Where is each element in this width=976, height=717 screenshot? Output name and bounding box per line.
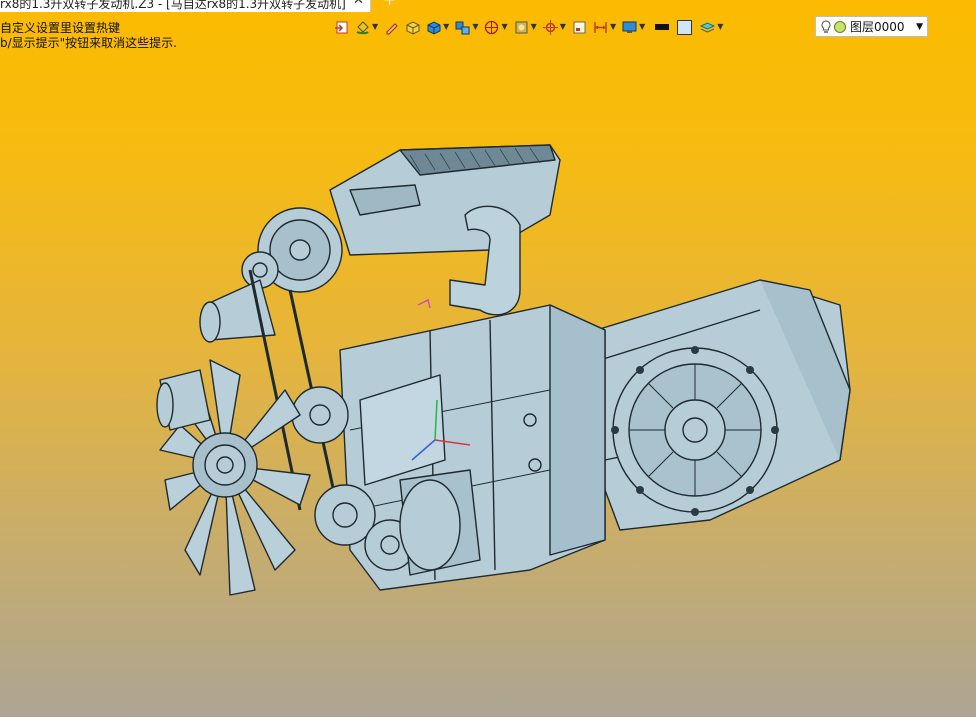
import-button[interactable] (334, 17, 349, 37)
stacked-cubes-icon (455, 20, 470, 35)
blue-cube-button[interactable]: ▼ (426, 17, 449, 37)
frame-button[interactable] (572, 17, 587, 37)
shaded-box-icon (514, 20, 529, 35)
sphere-render-icon (484, 20, 499, 35)
paint-bucket-icon (355, 20, 370, 35)
view-toolbar: ▼ ▼ ▼ ▼ ▼ ▼ ▼ ▼ ▼ (334, 17, 729, 37)
chevron-down-icon[interactable]: ▼ (639, 23, 645, 31)
blue-cube-icon (426, 20, 441, 35)
chevron-down-icon[interactable]: ▼ (560, 23, 566, 31)
layer-select[interactable]: 图层0000 ▼ (815, 16, 928, 37)
paint-bucket-button[interactable]: ▼ (355, 17, 378, 37)
display-settings-button[interactable]: ▼ (622, 17, 645, 37)
shaded-box-button[interactable]: ▼ (514, 17, 537, 37)
chevron-down-icon[interactable]: ▼ (501, 23, 507, 31)
chevron-down-icon[interactable]: ▼ (717, 23, 723, 31)
tab-strip: rx8的1.3升双转子发动机.Z3 - [马自达rx8的1.3升双转子发动机] … (0, 0, 396, 12)
dimension-button[interactable]: ▼ (593, 17, 616, 37)
yellow-cube-icon (405, 20, 420, 35)
layer-select-value: 图层0000 (850, 20, 905, 34)
hint-line-2: b/显示提示"按钮来取消这些提示. (0, 36, 177, 50)
sphere-render-button[interactable]: ▼ (484, 17, 508, 37)
frame-icon (572, 20, 587, 35)
engine-model (156, 144, 851, 596)
yellow-cube-button[interactable] (405, 17, 420, 37)
chevron-down-icon[interactable]: ▼ (531, 23, 537, 31)
layer-display-button[interactable]: ▼ (700, 17, 723, 37)
pencil-button[interactable] (384, 17, 399, 37)
document-tab-label: rx8的1.3升双转子发动机.Z3 - [马自达rx8的1.3升双转子发动机] (0, 0, 346, 11)
display-settings-icon (622, 20, 637, 35)
new-tab-button[interactable]: + (383, 0, 396, 8)
model-viewport[interactable] (150, 130, 870, 620)
layer-color-icon[interactable] (834, 20, 846, 33)
pencil-icon (384, 20, 399, 35)
target-snap-button[interactable]: ▼ (542, 17, 566, 37)
line-color-swatch[interactable] (655, 24, 670, 30)
layers-icon (700, 20, 716, 35)
close-icon[interactable]: ✕ (353, 0, 364, 7)
lightbulb-icon[interactable] (821, 19, 831, 34)
chevron-down-icon[interactable]: ▼ (372, 23, 378, 31)
chevron-down-icon[interactable]: ▼ (472, 23, 478, 31)
target-snap-icon (542, 19, 558, 35)
document-tab[interactable]: rx8的1.3升双转子发动机.Z3 - [马自达rx8的1.3升双转子发动机] … (0, 0, 371, 12)
fill-color-swatch[interactable] (677, 19, 693, 35)
import-icon (334, 20, 349, 35)
dimension-icon (593, 20, 608, 35)
chevron-down-icon[interactable]: ▼ (916, 22, 923, 32)
chevron-down-icon[interactable]: ▼ (443, 23, 449, 31)
stacked-cubes-button[interactable]: ▼ (455, 17, 478, 37)
chevron-down-icon[interactable]: ▼ (610, 23, 616, 31)
